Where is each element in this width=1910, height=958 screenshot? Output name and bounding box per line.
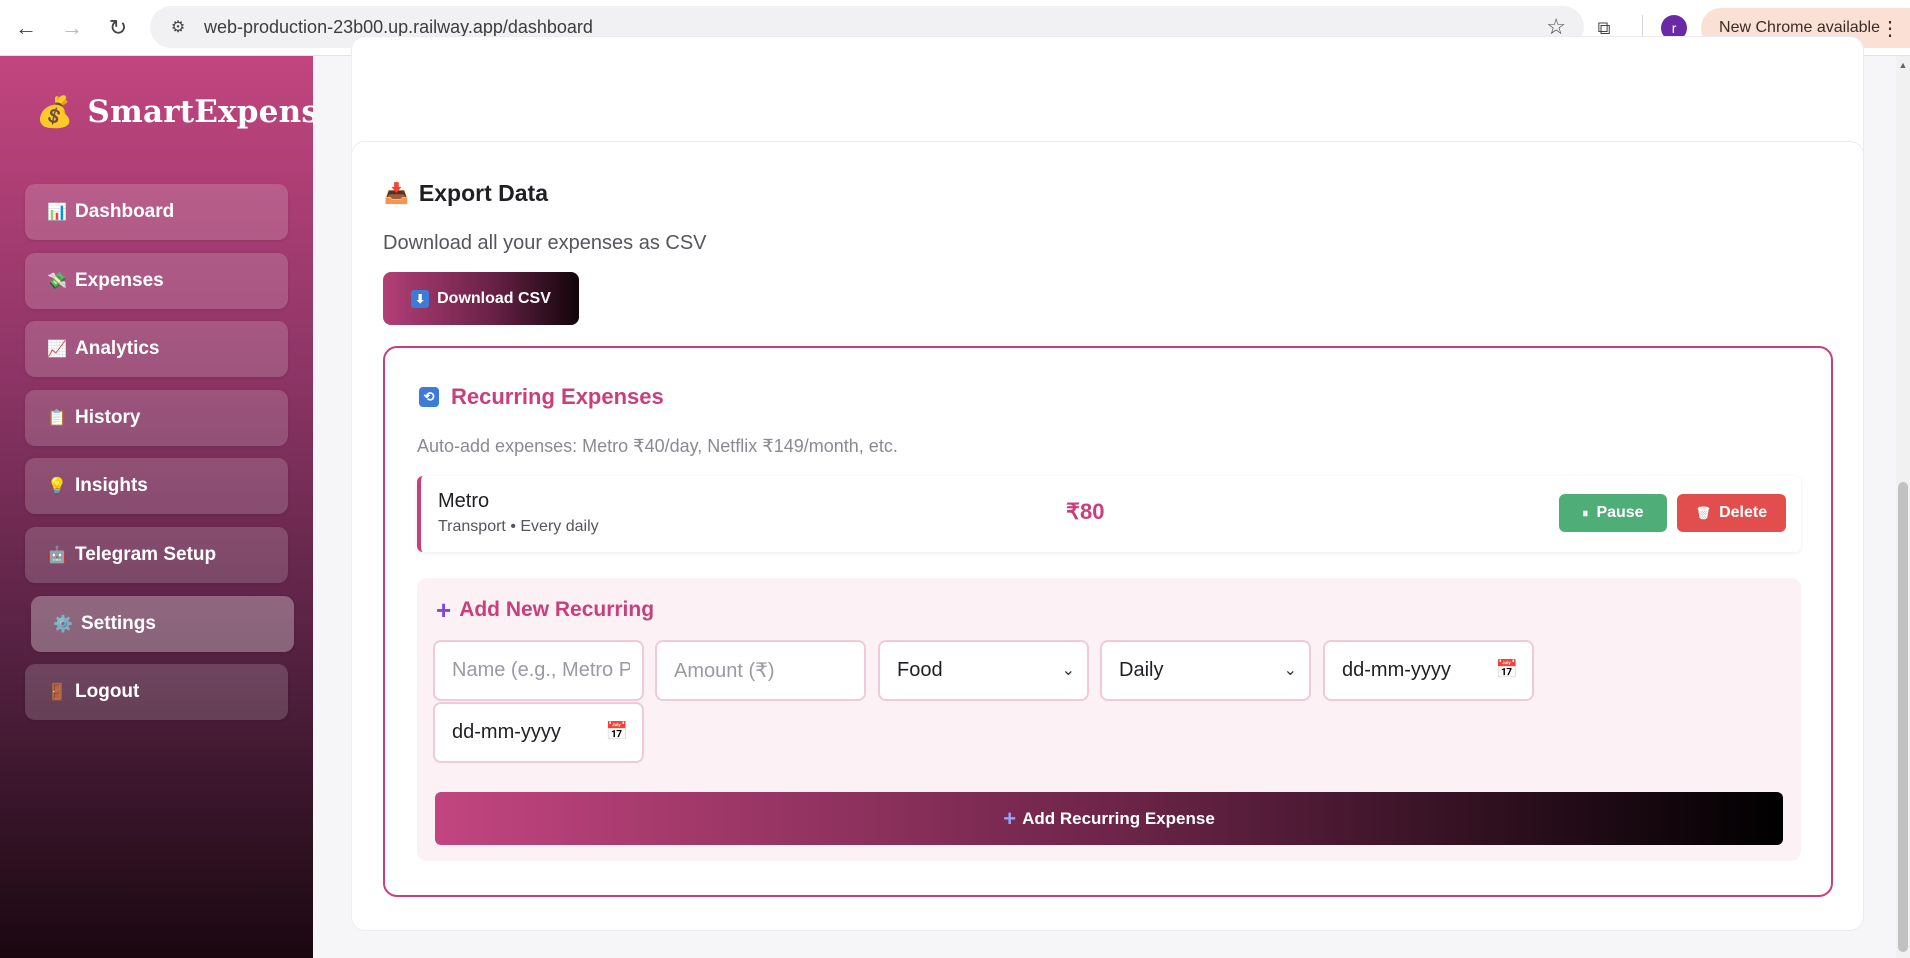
sidebar-item-label: Telegram Setup [75, 544, 217, 565]
amount-placeholder: Amount (₹) [674, 660, 775, 682]
lightbulb-icon: 💡 [47, 478, 67, 495]
name-placeholder: Name (e.g., Metro Pass, [452, 659, 630, 681]
add-recurring-title-text: Add New Recurring [459, 598, 655, 621]
end-date-placeholder: dd-mm-yyyy [452, 721, 561, 743]
trend-up-icon: 📈 [47, 341, 67, 358]
brand[interactable]: 💰 SmartExpense [36, 94, 339, 130]
url-text[interactable]: web-production-23b00.up.railway.app/dash… [204, 17, 593, 38]
pause-icon: ⏸ [1582, 505, 1589, 520]
sidebar-item-label: Settings [81, 613, 156, 634]
download-csv-button[interactable]: ⬇ Download CSV [383, 272, 579, 325]
add-recurring-form: + Add New Recurring Name (e.g., Metro Pa… [417, 578, 1801, 861]
amount-input[interactable]: Amount (₹) [655, 640, 866, 701]
recurring-title-text: Recurring Expenses [451, 384, 664, 409]
sidebar-item-label: Expenses [75, 270, 164, 291]
update-label: New Chrome available [1719, 19, 1880, 36]
recurring-expenses-panel: ⟲ Recurring Expenses Auto-add expenses: … [383, 346, 1833, 897]
sidebar-item-label: Insights [75, 475, 148, 496]
recurring-section-title: ⟲ Recurring Expenses [419, 384, 664, 410]
delete-label: Delete [1719, 504, 1768, 521]
add-recurring-expense-label: Add Recurring Expense [1022, 808, 1215, 828]
end-date-input[interactable]: dd-mm-yyyy 📅 [433, 702, 644, 763]
reload-icon[interactable]: ↻ [98, 8, 138, 48]
recurring-description: Auto-add expenses: Metro ₹40/day, Netfli… [417, 436, 898, 456]
scrollbar-thumb[interactable] [1898, 482, 1908, 952]
recurring-item: Metro Transport • Every daily ₹80 ⏸ Paus… [417, 476, 1801, 552]
recurring-item-amount: ₹80 [1066, 499, 1105, 524]
sidebar-item-settings[interactable]: ⚙️ Settings [31, 596, 294, 652]
add-recurring-title: + Add New Recurring [436, 595, 655, 625]
download-csv-label: Download CSV [437, 289, 551, 307]
sidebar-item-analytics[interactable]: 📈 Analytics [25, 321, 288, 377]
sidebar-item-insights[interactable]: 💡 Insights [25, 458, 288, 514]
sidebar-item-label: Logout [75, 681, 140, 702]
door-icon: 🚪 [47, 684, 67, 701]
category-value: Food [897, 659, 943, 681]
sidebar-item-telegram-setup[interactable]: 🤖 Telegram Setup [25, 527, 288, 583]
main-content: 📥 Export Data Download all your expenses… [313, 36, 1910, 958]
category-select[interactable]: Food ⌄ [878, 640, 1089, 701]
sidebar-item-history[interactable]: 📋 History [25, 390, 288, 446]
sidebar-item-label: Analytics [75, 338, 160, 359]
export-description: Download all your expenses as CSV [383, 232, 707, 254]
forward-icon[interactable]: → [52, 8, 92, 48]
pause-label: Pause [1596, 504, 1644, 521]
money-bag-icon: 💰 [36, 95, 74, 129]
trash-icon: 🗑 [1695, 506, 1712, 520]
robot-icon: 🤖 [47, 547, 67, 564]
sidebar-item-logout[interactable]: 🚪 Logout [25, 664, 288, 720]
plus-icon: + [436, 595, 452, 625]
sidebar: 💰 SmartExpense 📊 Dashboard 💸 Expenses 📈 … [0, 56, 339, 958]
sidebar-item-label: History [75, 407, 141, 428]
chevron-down-icon: ⌄ [1061, 662, 1075, 679]
recurring-item-meta: Transport • Every daily [438, 518, 599, 535]
export-title-text: Export Data [418, 180, 548, 206]
add-recurring-expense-button[interactable]: + Add Recurring Expense [435, 792, 1783, 845]
site-settings-icon[interactable]: ⚙ [168, 17, 188, 37]
frequency-select[interactable]: Daily ⌄ [1100, 640, 1311, 701]
brand-name: SmartExpense [87, 94, 339, 130]
name-input[interactable]: Name (e.g., Metro Pass, [433, 640, 644, 701]
export-section-title: 📥 Export Data [384, 180, 548, 207]
gear-icon: ⚙️ [53, 616, 73, 633]
inbox-tray-icon: 📥 [384, 183, 409, 205]
money-wings-icon: 💸 [47, 273, 67, 290]
start-date-placeholder: dd-mm-yyyy [1342, 659, 1451, 681]
calendar-icon[interactable]: 📅 [1496, 659, 1518, 680]
chevron-down-icon: ⌄ [1283, 662, 1297, 679]
pause-button[interactable]: ⏸ Pause [1559, 494, 1667, 532]
scroll-up-icon[interactable]: ▲ [1898, 60, 1908, 70]
bar-chart-icon: 📊 [47, 204, 67, 221]
sidebar-item-dashboard[interactable]: 📊 Dashboard [25, 184, 288, 240]
recurring-item-name: Metro [438, 490, 490, 512]
back-icon[interactable]: ← [6, 8, 46, 48]
start-date-input[interactable]: dd-mm-yyyy 📅 [1323, 640, 1534, 701]
delete-button[interactable]: 🗑 Delete [1677, 494, 1786, 532]
plus-icon: + [1003, 805, 1017, 831]
frequency-value: Daily [1119, 659, 1164, 681]
kebab-menu-icon[interactable]: ⋮ [1880, 16, 1900, 41]
sidebar-item-expenses[interactable]: 💸 Expenses [25, 253, 288, 309]
export-card: 📥 Export Data Download all your expenses… [351, 141, 1864, 931]
download-arrow-icon: ⬇ [411, 289, 430, 308]
repeat-icon: ⟲ [419, 387, 439, 407]
sidebar-item-label: Dashboard [75, 201, 175, 222]
clipboard-icon: 📋 [47, 410, 67, 427]
calendar-icon[interactable]: 📅 [606, 721, 628, 742]
